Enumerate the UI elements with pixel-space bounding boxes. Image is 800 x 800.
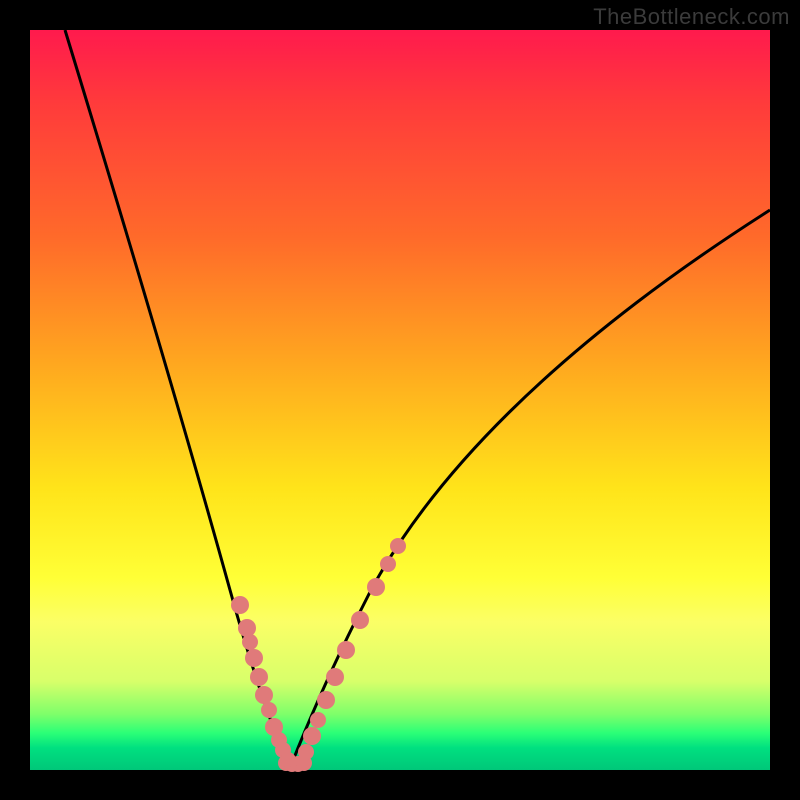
plot-area — [30, 30, 770, 770]
curve-right — [292, 210, 770, 763]
watermark-text: TheBottleneck.com — [593, 4, 790, 30]
curve-layer — [30, 30, 770, 770]
dot-cluster-left — [231, 596, 296, 768]
dot-cluster-right — [298, 538, 406, 760]
chart-frame: TheBottleneck.com — [0, 0, 800, 800]
